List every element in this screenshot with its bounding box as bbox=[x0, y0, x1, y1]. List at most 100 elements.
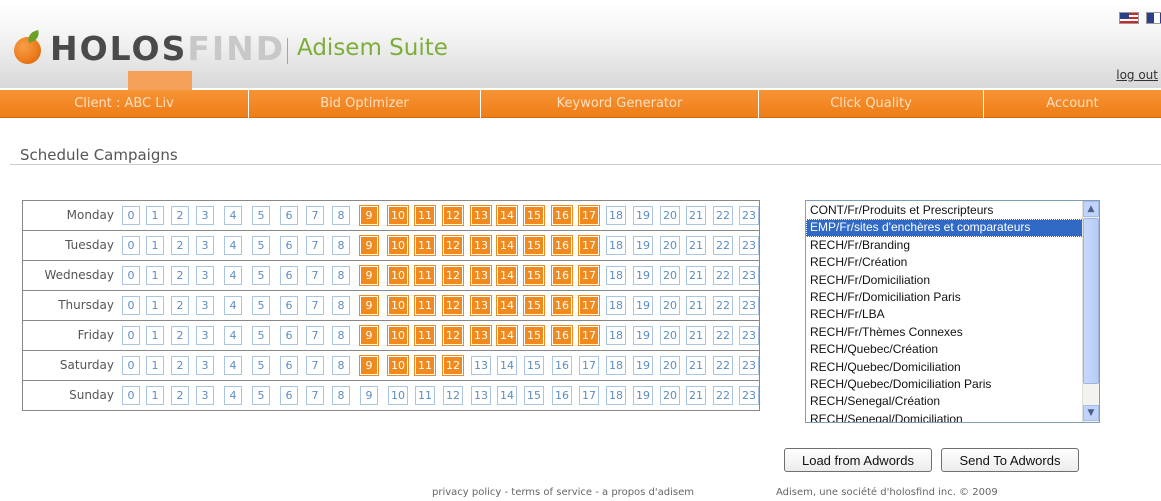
nav-item-bid-optimizer[interactable]: Bid Optimizer bbox=[249, 90, 481, 118]
hour-toggle[interactable]: 17 bbox=[578, 325, 600, 346]
hour-toggle[interactable]: 3 bbox=[196, 356, 214, 375]
hour-toggle[interactable]: 1 bbox=[146, 266, 164, 285]
hour-toggle[interactable]: 23 bbox=[739, 236, 759, 255]
hour-toggle[interactable]: 16 bbox=[551, 295, 573, 316]
scroll-up-icon[interactable]: ▲ bbox=[1083, 201, 1099, 217]
hour-toggle[interactable]: 9 bbox=[359, 235, 379, 256]
nav-item-keyword-generator[interactable]: Keyword Generator bbox=[481, 90, 759, 118]
hour-toggle[interactable]: 12 bbox=[442, 205, 464, 226]
hour-toggle[interactable]: 12 bbox=[442, 265, 464, 286]
hour-toggle[interactable]: 14 bbox=[496, 265, 518, 286]
hour-toggle[interactable]: 10 bbox=[387, 265, 409, 286]
hour-toggle[interactable]: 4 bbox=[224, 356, 242, 375]
hour-toggle[interactable]: 9 bbox=[359, 295, 379, 316]
logout-link[interactable]: log out bbox=[1116, 68, 1158, 82]
campaign-option[interactable]: RECH/Fr/Thèmes Connexes bbox=[806, 324, 1083, 341]
hour-toggle[interactable]: 6 bbox=[280, 326, 298, 345]
hour-toggle[interactable]: 5 bbox=[252, 386, 270, 405]
hour-toggle[interactable]: 7 bbox=[306, 206, 324, 225]
campaign-option[interactable]: EMP/Fr/sites d'enchères et comparateurs bbox=[806, 219, 1083, 237]
hour-toggle[interactable]: 0 bbox=[122, 296, 140, 315]
hour-toggle[interactable]: 10 bbox=[388, 386, 408, 405]
hour-toggle[interactable]: 18 bbox=[606, 296, 626, 315]
hour-toggle[interactable]: 13 bbox=[470, 325, 492, 346]
hour-toggle[interactable]: 14 bbox=[496, 205, 518, 226]
hour-toggle[interactable]: 21 bbox=[686, 266, 706, 285]
hour-toggle[interactable]: 15 bbox=[523, 235, 545, 256]
hour-toggle[interactable]: 8 bbox=[332, 356, 350, 375]
hour-toggle[interactable]: 10 bbox=[387, 235, 409, 256]
hour-toggle[interactable]: 7 bbox=[306, 356, 324, 375]
hour-toggle[interactable]: 2 bbox=[171, 386, 189, 405]
hour-toggle[interactable]: 18 bbox=[606, 206, 626, 225]
hour-toggle[interactable]: 1 bbox=[146, 356, 164, 375]
hour-toggle[interactable]: 18 bbox=[606, 386, 626, 405]
hour-toggle[interactable]: 22 bbox=[713, 356, 733, 375]
hour-toggle[interactable]: 6 bbox=[280, 236, 298, 255]
hour-toggle[interactable]: 18 bbox=[606, 236, 626, 255]
hour-toggle[interactable]: 11 bbox=[415, 386, 435, 405]
hour-toggle[interactable]: 22 bbox=[713, 326, 733, 345]
hour-toggle[interactable]: 9 bbox=[359, 265, 379, 286]
campaign-option[interactable]: RECH/Senegal/Création bbox=[806, 393, 1083, 410]
hour-toggle[interactable]: 4 bbox=[224, 206, 242, 225]
hour-toggle[interactable]: 21 bbox=[686, 356, 706, 375]
hour-toggle[interactable]: 3 bbox=[196, 266, 214, 285]
hour-toggle[interactable]: 1 bbox=[146, 206, 164, 225]
hour-toggle[interactable]: 4 bbox=[224, 236, 242, 255]
other-flag-icon[interactable] bbox=[1146, 12, 1161, 24]
hour-toggle[interactable]: 13 bbox=[470, 295, 492, 316]
hour-toggle[interactable]: 20 bbox=[660, 296, 680, 315]
hour-toggle[interactable]: 21 bbox=[686, 296, 706, 315]
hour-toggle[interactable]: 16 bbox=[551, 235, 573, 256]
hour-toggle[interactable]: 2 bbox=[171, 356, 189, 375]
hour-toggle[interactable]: 4 bbox=[224, 326, 242, 345]
hour-toggle[interactable]: 2 bbox=[171, 266, 189, 285]
hour-toggle[interactable]: 9 bbox=[359, 355, 379, 376]
hour-toggle[interactable]: 3 bbox=[196, 206, 214, 225]
hour-toggle[interactable]: 17 bbox=[579, 356, 599, 375]
hour-toggle[interactable]: 20 bbox=[660, 356, 680, 375]
hour-toggle[interactable]: 17 bbox=[578, 265, 600, 286]
hour-toggle[interactable]: 14 bbox=[497, 386, 517, 405]
campaign-option[interactable]: CONT/Fr/Produits et Prescripteurs bbox=[806, 202, 1083, 219]
hour-toggle[interactable]: 12 bbox=[442, 295, 464, 316]
hour-toggle[interactable]: 4 bbox=[224, 296, 242, 315]
hour-toggle[interactable]: 14 bbox=[496, 235, 518, 256]
nav-item-click-quality[interactable]: Click Quality bbox=[759, 90, 984, 118]
campaign-option[interactable]: RECH/Senegal/Domiciliation bbox=[806, 411, 1083, 422]
campaign-listbox[interactable]: CONT/Fr/Produits et Prescripteurs EMP/Fr/… bbox=[805, 200, 1100, 423]
nav-item-client[interactable]: Client : ABC Liv bbox=[0, 90, 249, 118]
hour-toggle[interactable]: 23 bbox=[739, 386, 759, 405]
hour-toggle[interactable]: 17 bbox=[578, 235, 600, 256]
hour-toggle[interactable]: 12 bbox=[443, 386, 463, 405]
hour-toggle[interactable]: 3 bbox=[196, 296, 214, 315]
hour-toggle[interactable]: 3 bbox=[196, 236, 214, 255]
hour-toggle[interactable]: 15 bbox=[523, 265, 545, 286]
hour-toggle[interactable]: 20 bbox=[660, 326, 680, 345]
hour-toggle[interactable]: 0 bbox=[122, 206, 140, 225]
hour-toggle[interactable]: 16 bbox=[552, 356, 572, 375]
hour-toggle[interactable]: 4 bbox=[224, 386, 242, 405]
hour-toggle[interactable]: 15 bbox=[523, 205, 545, 226]
hour-toggle[interactable]: 18 bbox=[606, 266, 626, 285]
hour-toggle[interactable]: 7 bbox=[306, 266, 324, 285]
hour-toggle[interactable]: 1 bbox=[146, 326, 164, 345]
hour-toggle[interactable]: 20 bbox=[660, 236, 680, 255]
hour-toggle[interactable]: 13 bbox=[471, 386, 491, 405]
hour-toggle[interactable]: 9 bbox=[360, 386, 378, 405]
campaign-option[interactable]: RECH/Fr/Domiciliation Paris bbox=[806, 289, 1083, 306]
hour-toggle[interactable]: 6 bbox=[280, 296, 298, 315]
footer-links[interactable]: privacy policy - terms of service - a pr… bbox=[432, 487, 694, 498]
hour-toggle[interactable]: 5 bbox=[252, 296, 270, 315]
hour-toggle[interactable]: 21 bbox=[686, 236, 706, 255]
hour-toggle[interactable]: 18 bbox=[606, 326, 626, 345]
hour-toggle[interactable]: 11 bbox=[414, 235, 436, 256]
hour-toggle[interactable]: 1 bbox=[146, 236, 164, 255]
hour-toggle[interactable]: 7 bbox=[306, 386, 324, 405]
hour-toggle[interactable]: 14 bbox=[496, 325, 518, 346]
hour-toggle[interactable]: 13 bbox=[470, 265, 492, 286]
hour-toggle[interactable]: 5 bbox=[252, 236, 270, 255]
hour-toggle[interactable]: 3 bbox=[196, 386, 214, 405]
hour-toggle[interactable]: 9 bbox=[359, 325, 379, 346]
